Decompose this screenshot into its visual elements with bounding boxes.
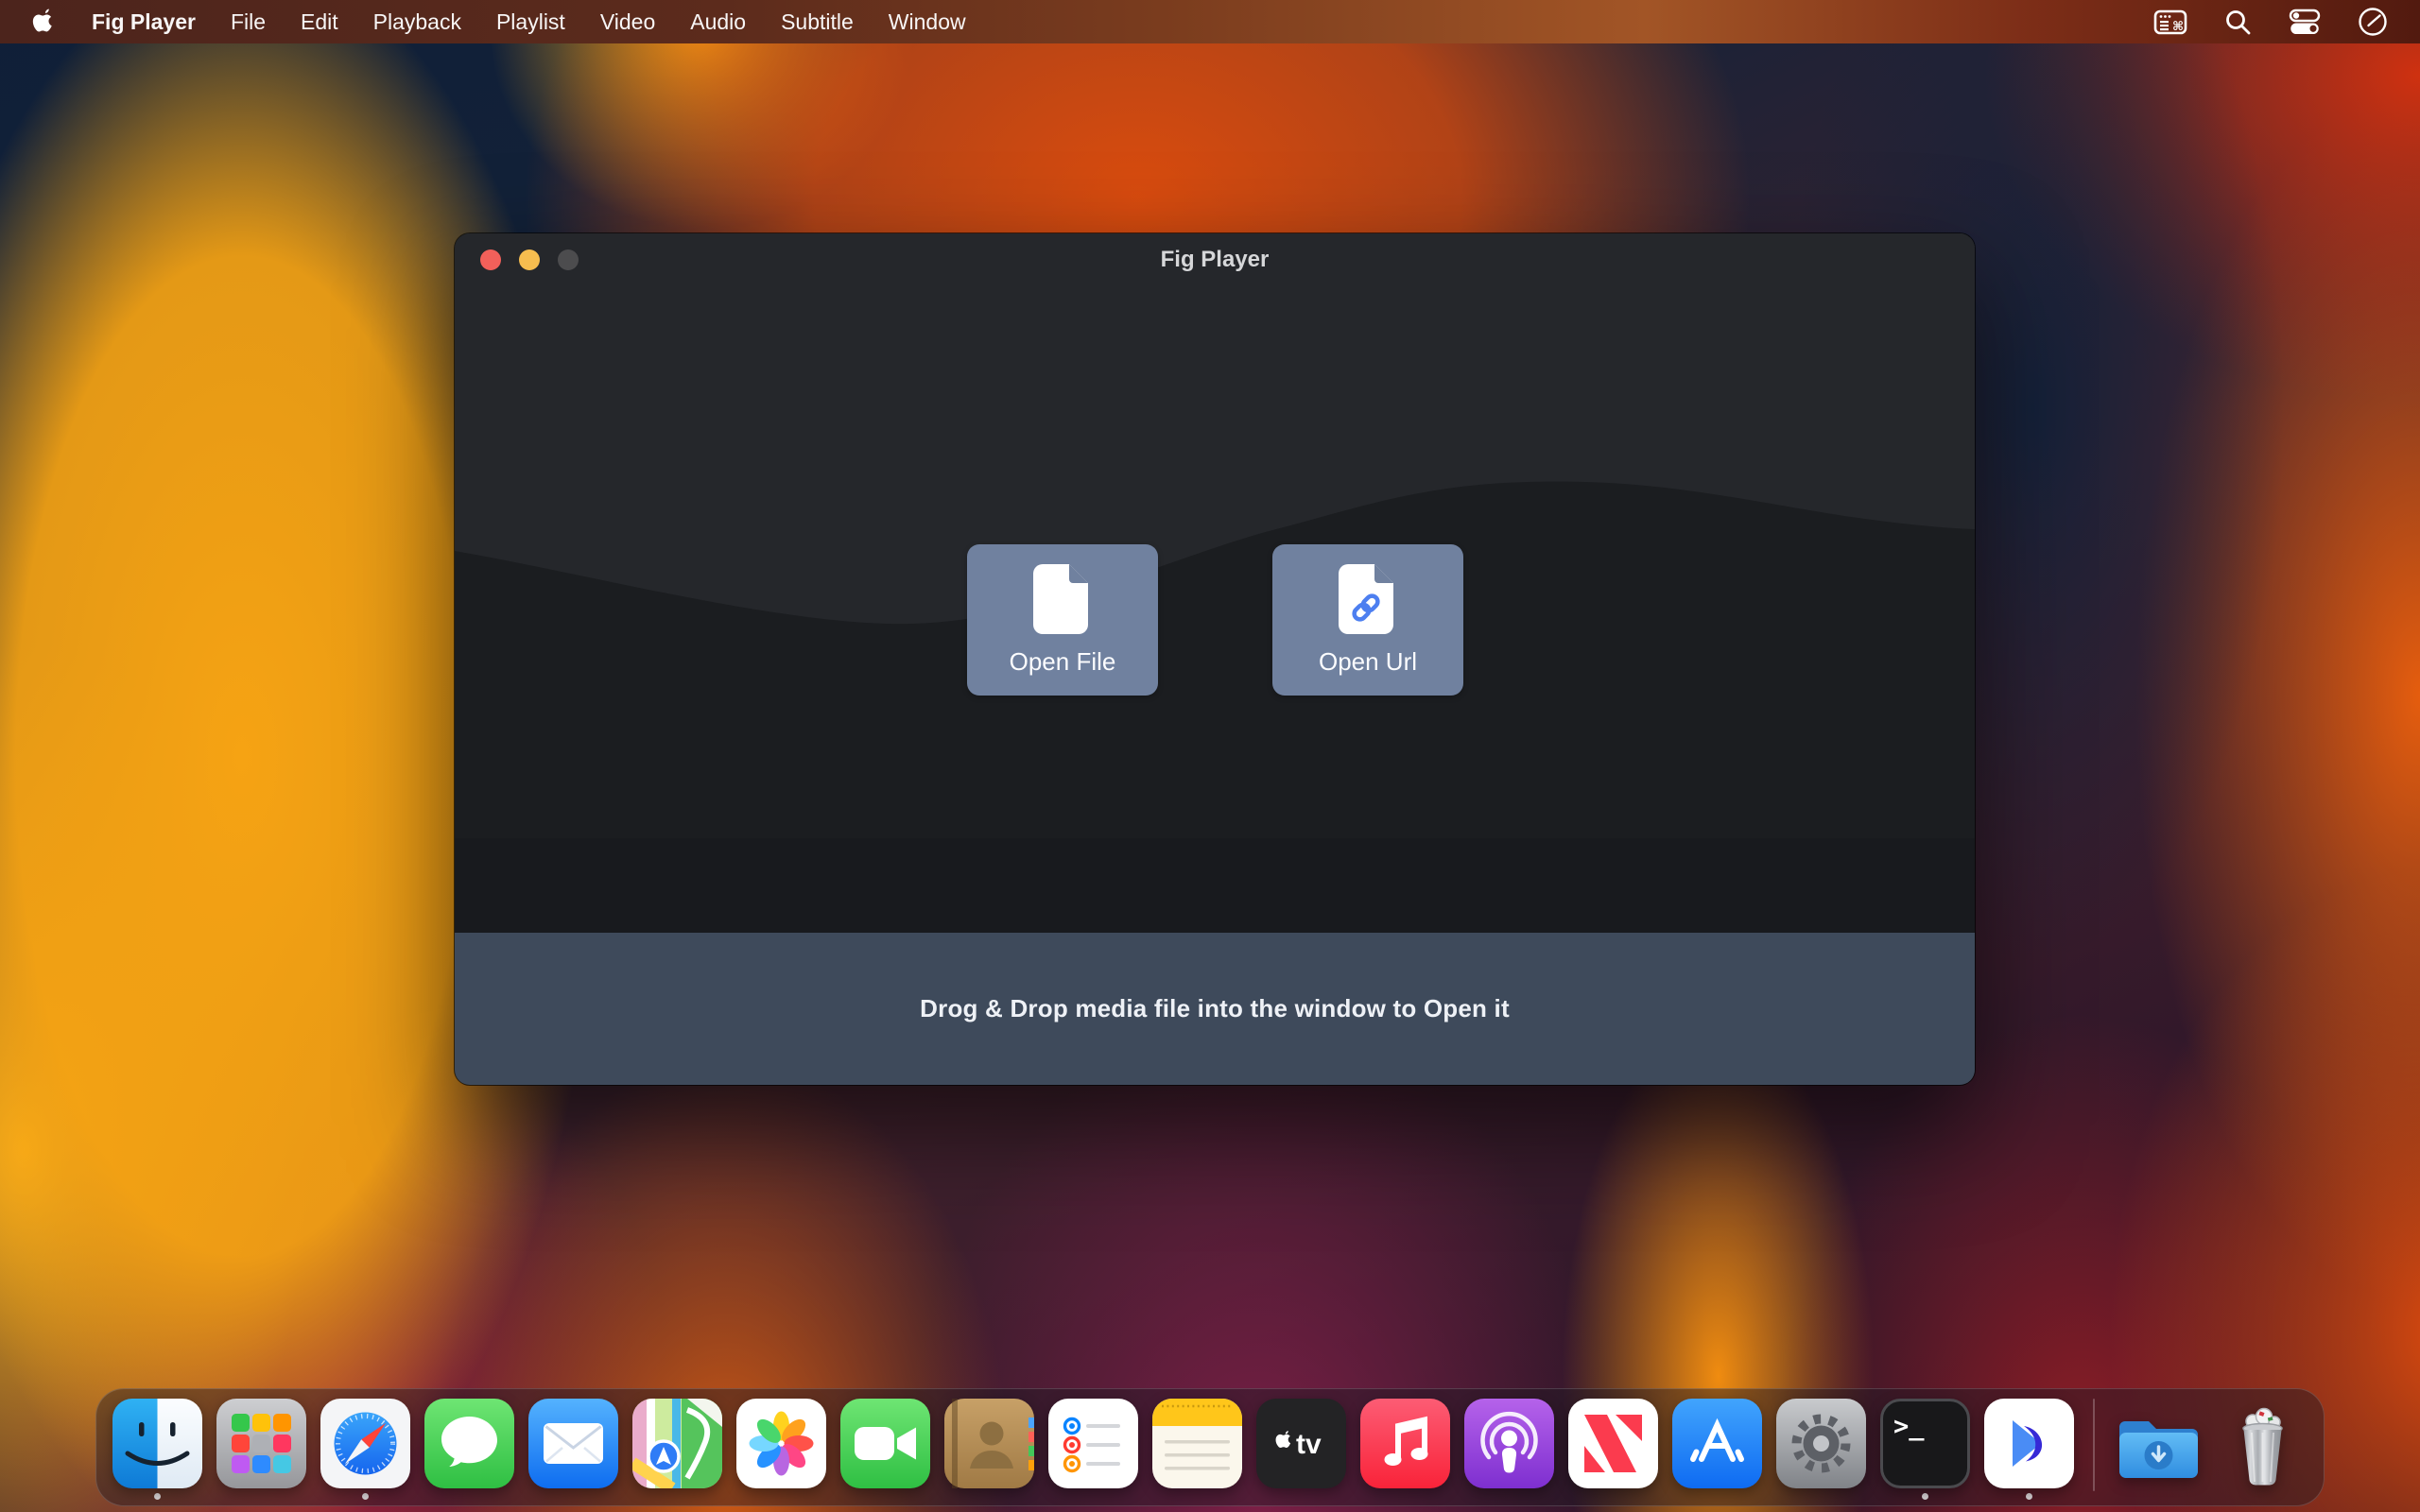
- finder-icon: [112, 1399, 202, 1488]
- open-url-button[interactable]: Open Url: [1272, 544, 1463, 696]
- app-store-icon: [1672, 1399, 1762, 1488]
- dock-item-fig-player[interactable]: [1984, 1399, 2074, 1500]
- dock-item-safari[interactable]: [320, 1399, 410, 1500]
- dock-item-photos[interactable]: [736, 1399, 826, 1488]
- document-icon: [1033, 564, 1092, 634]
- running-indicator: [154, 1493, 161, 1500]
- photos-icon: [736, 1399, 826, 1488]
- zoom-button[interactable]: [558, 249, 579, 270]
- svg-text:⌘: ⌘: [2172, 20, 2184, 34]
- document-link-icon: [1339, 564, 1397, 634]
- menu-file[interactable]: File: [231, 0, 266, 43]
- traffic-lights: [480, 249, 579, 270]
- minimize-button[interactable]: [519, 249, 540, 270]
- running-indicator: [2026, 1493, 2032, 1500]
- keyboard-input-menu[interactable]: ⌘: [2153, 8, 2187, 36]
- dock-item-appstore[interactable]: [1672, 1399, 1762, 1488]
- terminal-icon: >_: [1880, 1399, 1970, 1488]
- tv-icon: tv: [1256, 1399, 1346, 1488]
- running-indicator: [1922, 1493, 1928, 1500]
- control-center-menu[interactable]: [2288, 8, 2322, 36]
- close-button[interactable]: [480, 249, 501, 270]
- launchpad-icon: [216, 1399, 306, 1488]
- fig-player-window: Fig Player Open File Open Url Drog & Dro…: [455, 233, 1975, 1085]
- fig-player-icon: [1984, 1399, 2074, 1488]
- dock-item-settings[interactable]: [1776, 1399, 1866, 1488]
- music-icon: [1360, 1399, 1450, 1488]
- dock-item-downloads[interactable]: [2114, 1399, 2204, 1488]
- menu-bar-status-area: ⌘: [2153, 7, 2388, 37]
- clock-menu[interactable]: [2358, 7, 2388, 37]
- dock-item-terminal[interactable]: >_: [1880, 1399, 1970, 1500]
- drop-zone-bar[interactable]: Drog & Drop media file into the window t…: [455, 933, 1975, 1085]
- dock-item-music[interactable]: [1360, 1399, 1450, 1488]
- window-title: Fig Player: [455, 247, 1975, 273]
- mail-icon: [528, 1399, 618, 1488]
- menu-edit[interactable]: Edit: [301, 0, 338, 43]
- dock-item-news[interactable]: [1568, 1399, 1658, 1488]
- dock-item-podcasts[interactable]: [1464, 1399, 1554, 1488]
- news-icon: [1568, 1399, 1658, 1488]
- menu-app-name[interactable]: Fig Player: [92, 0, 196, 43]
- open-file-label: Open File: [1010, 647, 1116, 677]
- dock: tv: [95, 1388, 2325, 1506]
- dock-separator: [2093, 1399, 2095, 1491]
- dock-item-facetime[interactable]: [840, 1399, 930, 1488]
- dock-item-contacts[interactable]: [944, 1399, 1034, 1488]
- dock-item-trash[interactable]: [2218, 1399, 2308, 1488]
- apple-icon: [32, 8, 57, 36]
- dock-item-messages[interactable]: [424, 1399, 514, 1488]
- messages-icon: [424, 1399, 514, 1488]
- keyboard-input-icon: ⌘: [2153, 8, 2187, 36]
- dock-item-mail[interactable]: [528, 1399, 618, 1488]
- tv-glyph: tv: [1296, 1429, 1322, 1460]
- search-icon: [2223, 8, 2252, 36]
- dock-item-launchpad[interactable]: [216, 1399, 306, 1488]
- reminders-icon: [1048, 1399, 1138, 1488]
- apple-menu[interactable]: [32, 8, 57, 36]
- desktop: Fig Player File Edit Playback Playlist V…: [0, 0, 2420, 1512]
- menu-window[interactable]: Window: [889, 0, 966, 43]
- menu-audio[interactable]: Audio: [690, 0, 746, 43]
- safari-icon: [320, 1399, 410, 1488]
- control-center-icon: [2288, 8, 2322, 36]
- facetime-icon: [840, 1399, 930, 1488]
- drop-hint-text: Drog & Drop media file into the window t…: [920, 994, 1510, 1023]
- trash-icon: [2218, 1399, 2308, 1488]
- menu-bar: Fig Player File Edit Playback Playlist V…: [0, 0, 2420, 43]
- podcasts-icon: [1464, 1399, 1554, 1488]
- clock-icon: [2358, 7, 2388, 37]
- dock-item-tv[interactable]: tv: [1256, 1399, 1346, 1488]
- maps-icon: [632, 1399, 722, 1488]
- downloads-folder-icon: [2114, 1399, 2204, 1488]
- open-url-label: Open Url: [1319, 647, 1417, 677]
- contacts-icon: [944, 1399, 1034, 1488]
- notes-icon: [1152, 1399, 1242, 1488]
- running-indicator: [362, 1493, 369, 1500]
- menu-video[interactable]: Video: [600, 0, 655, 43]
- open-file-button[interactable]: Open File: [967, 544, 1158, 696]
- dock-item-finder[interactable]: [112, 1399, 202, 1500]
- system-settings-icon: [1776, 1399, 1866, 1488]
- spotlight-search[interactable]: [2223, 8, 2252, 36]
- window-titlebar[interactable]: Fig Player: [455, 233, 1975, 286]
- menu-playback[interactable]: Playback: [373, 0, 461, 43]
- dock-item-maps[interactable]: [632, 1399, 722, 1488]
- menu-subtitle[interactable]: Subtitle: [781, 0, 854, 43]
- terminal-glyph: >_: [1893, 1412, 1925, 1441]
- menu-playlist[interactable]: Playlist: [496, 0, 565, 43]
- dock-item-reminders[interactable]: [1048, 1399, 1138, 1488]
- dock-item-notes[interactable]: [1152, 1399, 1242, 1488]
